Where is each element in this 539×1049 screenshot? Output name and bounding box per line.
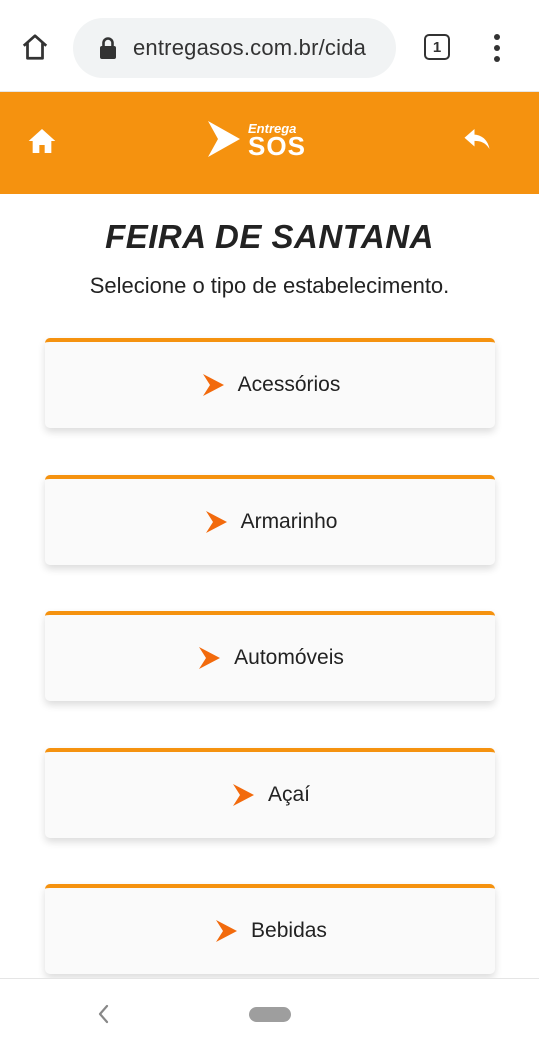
chevron-right-icon bbox=[216, 920, 238, 942]
category-card-acessorios[interactable]: Acessórios bbox=[45, 338, 495, 428]
browser-home-icon[interactable] bbox=[18, 30, 52, 64]
home-icon[interactable] bbox=[26, 125, 58, 157]
home-gesture-pill[interactable] bbox=[249, 1007, 291, 1022]
address-bar[interactable]: entregasos.com.br/cida bbox=[73, 18, 396, 78]
chevron-right-icon bbox=[202, 374, 224, 396]
browser-toolbar: entregasos.com.br/cida 1 bbox=[0, 0, 539, 92]
lock-icon bbox=[100, 37, 116, 59]
category-label: Açaí bbox=[267, 783, 311, 806]
page-subtitle: Selecione o tipo de estabelecimento. bbox=[89, 273, 450, 298]
category-card-armarinho[interactable]: Armarinho bbox=[45, 475, 495, 565]
entrega-sos-logo[interactable]: Entrega SOS bbox=[206, 117, 316, 165]
back-chevron-icon[interactable] bbox=[95, 1003, 111, 1025]
system-navigation-bar bbox=[0, 978, 539, 1049]
category-label: Bebidas bbox=[251, 919, 327, 942]
url-text: entregasos.com.br/cida bbox=[133, 35, 367, 60]
page-title: FEIRA DE SANTANA bbox=[105, 218, 434, 255]
tab-count: 1 bbox=[432, 38, 442, 56]
chevron-right-icon bbox=[232, 784, 254, 806]
site-header: Entrega SOS bbox=[0, 92, 539, 194]
reply-arrow-icon[interactable] bbox=[462, 124, 492, 154]
category-label: Armarinho bbox=[240, 510, 338, 533]
logo-text-bottom: SOS bbox=[248, 131, 306, 161]
more-vertical-icon[interactable] bbox=[490, 34, 504, 62]
category-label: Acessórios bbox=[237, 373, 341, 396]
category-card-bebidas[interactable]: Bebidas bbox=[45, 884, 495, 974]
category-card-acai[interactable]: Açaí bbox=[45, 748, 495, 838]
category-card-automoveis[interactable]: Automóveis bbox=[45, 611, 495, 701]
tab-switcher-button[interactable]: 1 bbox=[424, 34, 450, 60]
chevron-right-icon bbox=[199, 647, 221, 669]
category-label: Automóveis bbox=[234, 646, 344, 669]
chevron-right-icon bbox=[205, 511, 227, 533]
logo-chevron-icon bbox=[208, 121, 240, 157]
